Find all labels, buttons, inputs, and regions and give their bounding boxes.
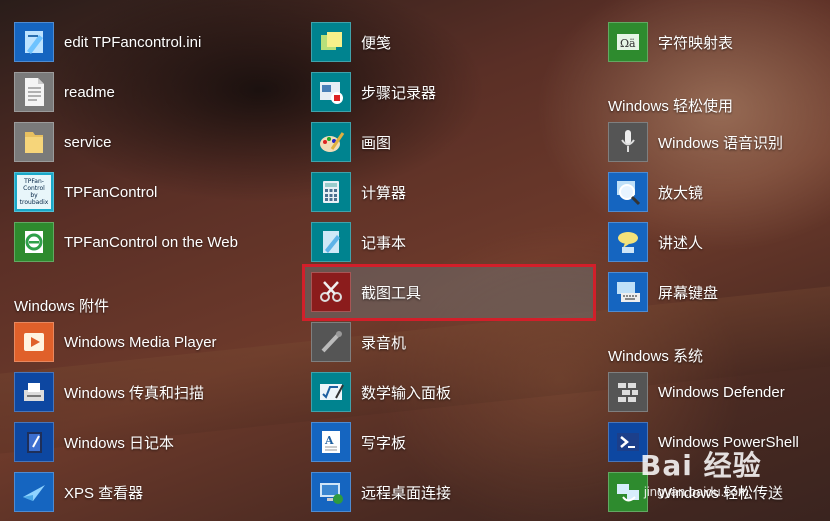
tile-windows-defender[interactable]: Windows Defender — [608, 372, 830, 412]
text-file-icon — [14, 72, 54, 112]
math-input-icon — [311, 372, 351, 412]
tile-label: 便笺 — [361, 34, 392, 52]
tile-label: 字符映射表 — [658, 34, 734, 52]
remote-desktop-icon — [311, 472, 351, 512]
tile-label: TPFanControl — [64, 183, 158, 201]
tile-label: XPS 查看器 — [64, 484, 144, 502]
tile-label: Windows 语音识别 — [658, 134, 784, 152]
wordpad-icon: A — [311, 422, 351, 462]
section-title-windows-system: Windows 系统 — [608, 348, 704, 365]
tpfancontrol-icon-text: TPFan- Control by troubadix — [17, 175, 51, 209]
tile-speech-recognition[interactable]: Windows 语音识别 — [608, 122, 830, 162]
tile-tpfancontrol[interactable]: TPFan- Control by troubadix TPFanControl — [14, 172, 294, 212]
baidu-watermark-url: jingyan.baidu.com — [644, 484, 749, 499]
tile-label: Windows Defender — [658, 383, 785, 401]
tile-tpfancontrol-web[interactable]: TPFanControl on the Web — [14, 222, 294, 262]
tpfancontrol-icon: TPFan- Control by troubadix — [14, 172, 54, 212]
baidu-watermark-logo: Bai 经验 — [640, 449, 762, 482]
tile-service[interactable]: service — [14, 122, 294, 162]
microphone-icon — [608, 122, 648, 162]
tile-readme[interactable]: readme — [14, 72, 294, 112]
svg-text:ä: ä — [629, 37, 636, 50]
media-player-icon — [14, 322, 54, 362]
tile-windows-fax-scan[interactable]: Windows 传真和扫描 — [14, 372, 294, 412]
tile-label: service — [64, 133, 112, 151]
tile-sound-recorder[interactable]: 录音机 — [311, 322, 591, 362]
tile-narrator[interactable]: 讲述人 — [608, 222, 830, 262]
tile-label: Windows 传真和扫描 — [64, 384, 205, 402]
tile-magnifier[interactable]: 放大镜 — [608, 172, 830, 212]
tile-label: Windows 日记本 — [64, 434, 175, 452]
edit-ini-icon — [14, 22, 54, 62]
paint-icon — [311, 122, 351, 162]
section-title-ease-of-access: Windows 轻松使用 — [608, 98, 734, 115]
tile-label: readme — [64, 83, 115, 101]
tile-sticky-notes[interactable]: 便笺 — [311, 22, 591, 62]
tile-label: 记事本 — [361, 234, 407, 252]
tile-wordpad[interactable]: A 写字板 — [311, 422, 591, 462]
tile-label: edit TPFancontrol.ini — [64, 33, 202, 51]
steps-recorder-icon — [311, 72, 351, 112]
fax-scan-icon — [14, 372, 54, 412]
calculator-icon — [311, 172, 351, 212]
tile-label: 屏幕键盘 — [658, 284, 719, 302]
sound-recorder-icon — [311, 322, 351, 362]
tile-label: 讲述人 — [658, 234, 704, 252]
tile-label: TPFanControl on the Web — [64, 233, 238, 251]
tile-paint[interactable]: 画图 — [311, 122, 591, 162]
snipping-tool-icon — [311, 272, 351, 312]
tile-math-input[interactable]: 数学输入面板 — [311, 372, 591, 412]
character-map-icon: Ωä — [608, 22, 648, 62]
tile-calculator[interactable]: 计算器 — [311, 172, 591, 212]
tile-remote-desktop[interactable]: 远程桌面连接 — [311, 472, 591, 512]
tile-label: 放大镜 — [658, 184, 704, 202]
narrator-icon — [608, 222, 648, 262]
tile-windows-media-player[interactable]: Windows Media Player — [14, 322, 294, 362]
defender-icon — [608, 372, 648, 412]
sticky-notes-icon — [311, 22, 351, 62]
svg-text:A: A — [324, 434, 334, 447]
tile-edit-tpfancontrol-ini[interactable]: edit TPFancontrol.ini — [14, 22, 294, 62]
web-link-icon — [14, 222, 54, 262]
tile-on-screen-keyboard[interactable]: 屏幕键盘 — [608, 272, 830, 312]
tile-character-map[interactable]: Ωä 字符映射表 — [608, 22, 830, 62]
section-title-accessories: Windows 附件 — [14, 298, 110, 315]
folder-icon — [14, 122, 54, 162]
tile-label: Windows Media Player — [64, 333, 217, 351]
tile-label: 写字板 — [361, 434, 407, 452]
notepad-icon — [311, 222, 351, 262]
tile-label: 步骤记录器 — [361, 84, 437, 102]
tile-xps-viewer[interactable]: XPS 查看器 — [14, 472, 294, 512]
tile-notepad[interactable]: 记事本 — [311, 222, 591, 262]
tile-label: 数学输入面板 — [361, 384, 452, 402]
tile-label: 录音机 — [361, 334, 407, 352]
tile-windows-journal[interactable]: Windows 日记本 — [14, 422, 294, 462]
magnifier-icon — [608, 172, 648, 212]
tile-steps-recorder[interactable]: 步骤记录器 — [311, 72, 591, 112]
xps-viewer-icon — [14, 472, 54, 512]
tile-label: 画图 — [361, 134, 392, 152]
tile-snipping-tool[interactable]: 截图工具 — [311, 272, 591, 312]
journal-icon — [14, 422, 54, 462]
keyboard-icon — [608, 272, 648, 312]
tile-label: 远程桌面连接 — [361, 484, 452, 502]
tile-label: 计算器 — [361, 184, 407, 202]
tile-label: 截图工具 — [361, 284, 422, 302]
svg-text:Ω: Ω — [620, 37, 629, 50]
